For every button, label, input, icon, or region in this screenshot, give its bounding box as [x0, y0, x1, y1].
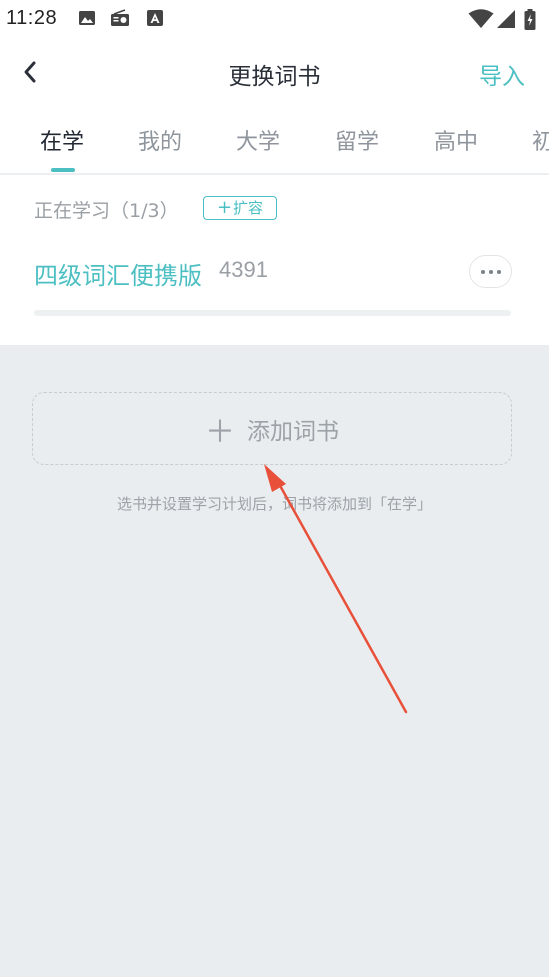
- more-dot: [496, 269, 501, 274]
- plus-icon: ＋: [205, 414, 235, 450]
- add-book-label: 添加词书: [247, 418, 339, 445]
- more-dot: [488, 269, 493, 274]
- battery-icon: [524, 9, 536, 30]
- tab-study-abroad[interactable]: 留学: [335, 124, 379, 156]
- more-dots-icon: [480, 269, 485, 274]
- tab-studying[interactable]: 在学: [40, 124, 84, 156]
- import-button[interactable]: 导入: [479, 57, 525, 91]
- wifi-icon: [468, 9, 494, 28]
- header: 更换词书 导入: [0, 40, 549, 104]
- tab-university[interactable]: 大学: [236, 124, 280, 156]
- page-title: 更换词书: [228, 64, 321, 90]
- active-tab-indicator: [51, 168, 75, 172]
- tab-high-school[interactable]: 高中: [434, 124, 478, 156]
- studying-label: 正在学习（1/3）: [34, 200, 179, 222]
- app-notification-icon: [147, 10, 163, 26]
- study-progress-bar: [34, 310, 511, 316]
- book-word-count: 4391: [219, 257, 268, 282]
- expand-button[interactable]: + 扩容: [203, 196, 277, 220]
- add-book-button[interactable]: ＋ 添加词书: [32, 392, 512, 465]
- plus-icon: +: [216, 197, 233, 218]
- expand-label: 扩容: [233, 198, 264, 217]
- more-options-button[interactable]: [469, 255, 512, 288]
- radio-icon: [111, 9, 129, 26]
- add-book-hint: 选书并设置学习计划后，词书将添加到「在学」: [116, 495, 432, 513]
- tab-junior[interactable]: 初: [532, 124, 549, 156]
- studying-card: 正在学习（1/3） + 扩容 四级词汇便携版 4391: [0, 175, 549, 345]
- status-bar: 11:28: [0, 0, 549, 40]
- signal-icon: [497, 10, 515, 28]
- book-name[interactable]: 四级词汇便携版: [34, 256, 202, 291]
- tab-mine[interactable]: 我的: [138, 124, 182, 156]
- status-time: 11:28: [6, 7, 58, 29]
- category-tabs: 在学 我的 大学 留学 高中 初: [0, 104, 549, 174]
- gallery-icon: [79, 11, 95, 25]
